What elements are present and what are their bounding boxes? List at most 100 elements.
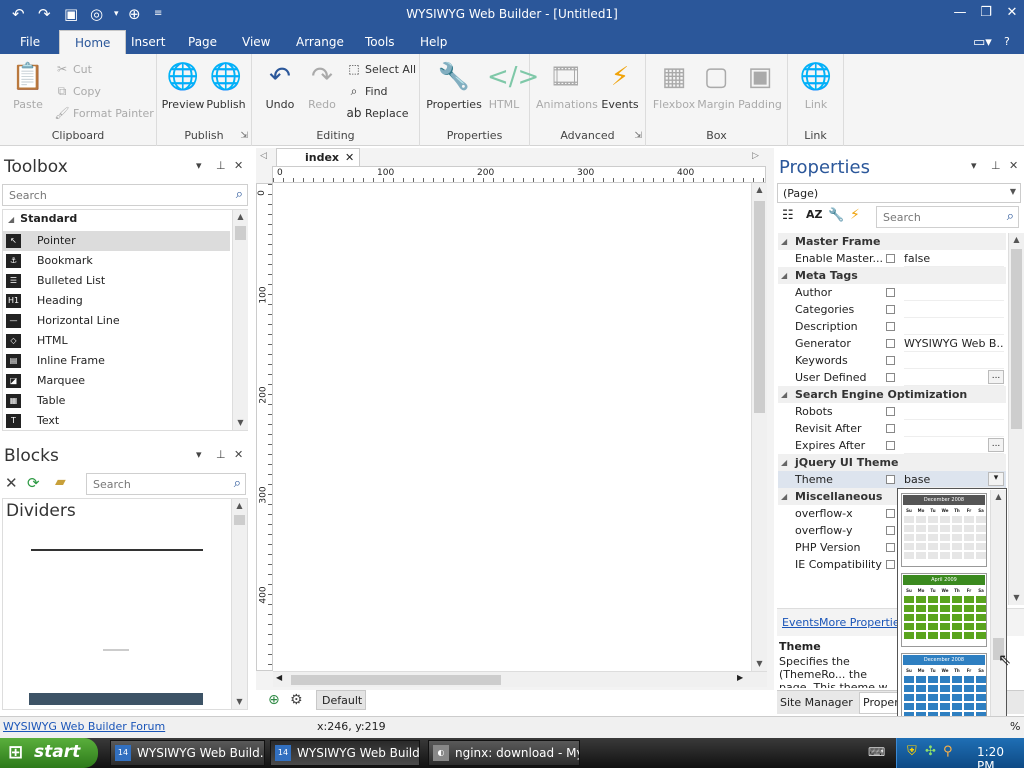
property-row[interactable]: Description (778, 318, 1006, 335)
property-checkbox[interactable] (886, 339, 895, 348)
events-lightning-icon[interactable]: ⚡ (850, 207, 860, 223)
keyboard-icon[interactable]: ⌨ (868, 745, 885, 759)
scroll-thumb[interactable] (234, 515, 245, 525)
advanced-dialog-launcher-icon[interactable]: ⇲ (634, 131, 642, 141)
property-checkbox[interactable] (886, 543, 895, 552)
property-row[interactable]: Categories (778, 301, 1006, 318)
scroll-up-icon[interactable]: ▲ (752, 183, 767, 197)
property-row[interactable]: Revisit After (778, 420, 1006, 437)
taskbar-button-wwb-1[interactable]: 14 WYSIWYG Web Build... (110, 740, 265, 766)
property-category[interactable]: ◢ Search Engine Optimization (778, 386, 1006, 403)
canvas-horizontal-scrollbar[interactable]: ◀ ▶ (273, 671, 767, 687)
default-tab[interactable]: Default (316, 690, 366, 710)
blocks-close-icon[interactable]: ✕ (234, 448, 243, 461)
scroll-up-icon[interactable]: ▲ (232, 499, 247, 513)
select-all-button[interactable]: ⬚ Select All (346, 62, 416, 76)
properties-close-icon[interactable]: ✕ (1009, 159, 1018, 172)
blocks-menu-icon[interactable]: ▾ (196, 448, 202, 461)
master-page-settings-icon[interactable]: ⚙ (290, 692, 303, 708)
toolbox-item-table[interactable]: ▦ Table (2, 391, 230, 411)
copy-button[interactable]: ⧉ Copy (54, 84, 101, 99)
tab-arrange[interactable]: Arrange (296, 35, 344, 49)
scroll-up-icon[interactable]: ▲ (991, 490, 1006, 504)
toolbox-close-icon[interactable]: ✕ (234, 159, 243, 172)
start-button[interactable]: ⊞ start (0, 738, 98, 768)
tab-tools[interactable]: Tools (365, 35, 395, 49)
property-value[interactable]: false (904, 250, 1004, 267)
delete-block-icon[interactable]: ✕ (5, 474, 18, 492)
search-tray-icon[interactable]: ⚲ (943, 744, 953, 759)
close-tab-icon[interactable]: ✕ (345, 151, 354, 164)
blocks-pin-icon[interactable]: ⊥ (216, 448, 226, 461)
property-row[interactable]: Robots (778, 403, 1006, 420)
toolbox-item-bulleted-list[interactable]: ☰ Bulleted List (2, 271, 230, 291)
page-canvas[interactable] (273, 183, 751, 671)
property-value[interactable] (904, 284, 1004, 301)
property-category[interactable]: ◢ jQuery UI Theme (778, 454, 1006, 471)
property-checkbox[interactable] (886, 509, 895, 518)
toolbox-scrollbar[interactable]: ▲ ▼ (232, 210, 248, 430)
toolbox-category[interactable]: ◢ Standard (8, 212, 77, 225)
property-row[interactable]: Enable Master... false (778, 250, 1006, 267)
property-checkbox[interactable] (886, 560, 895, 569)
redo-button[interactable]: ↷ Redo (296, 60, 348, 111)
property-value[interactable] (904, 301, 1004, 318)
scroll-thumb[interactable] (754, 201, 765, 413)
categorized-icon[interactable]: ☷ (782, 208, 794, 223)
link-button[interactable]: 🌐 Link (790, 60, 842, 111)
toolbox-item-html[interactable]: ◇ HTML (2, 331, 230, 351)
events-button[interactable]: ⚡ Events (594, 60, 646, 111)
property-value[interactable] (904, 420, 1004, 437)
events-link[interactable]: Events (782, 616, 819, 629)
property-grid-scrollbar[interactable]: ▲ ▼ (1008, 233, 1024, 605)
property-checkbox[interactable] (886, 526, 895, 535)
properties-search-input[interactable]: Search ⌕ (876, 206, 1019, 228)
property-checkbox[interactable] (886, 305, 895, 314)
publish-dialog-launcher-icon[interactable]: ⇲ (240, 131, 248, 141)
toolbox-item-inline-frame[interactable]: ▤ Inline Frame (2, 351, 230, 371)
theme-preview-calendar[interactable]: April 2009 Su Mo Tu We Th Fr Sa (901, 573, 987, 647)
scroll-up-icon[interactable]: ▲ (1009, 233, 1024, 247)
scroll-thumb[interactable] (291, 675, 501, 685)
scroll-right-icon[interactable]: ▶ (737, 673, 743, 682)
property-checkbox[interactable] (886, 288, 895, 297)
property-row[interactable]: Theme base ▾ (778, 471, 1006, 488)
help-icon[interactable]: ? (1004, 35, 1010, 48)
tab-scroll-left-icon[interactable]: ◁ (260, 151, 267, 161)
property-checkbox[interactable] (886, 407, 895, 416)
html-button[interactable]: </> HTML (478, 60, 539, 111)
tab-home[interactable]: Home (59, 30, 127, 54)
ellipsis-button[interactable]: ... (988, 438, 1004, 452)
forum-link[interactable]: WYSIWYG Web Builder Forum (3, 720, 165, 733)
animations-button[interactable]: 🎞 Animations (536, 60, 598, 111)
divider-thumbnail-3[interactable] (29, 693, 203, 705)
theme-dropdown-button[interactable]: ▾ (988, 472, 1004, 486)
paste-button[interactable]: 📋 Paste (2, 60, 54, 111)
cut-button[interactable]: ✂ Cut (54, 62, 92, 76)
object-selector[interactable]: (Page) ▼ (777, 183, 1021, 203)
add-master-page-icon[interactable]: ⊕ (268, 692, 280, 708)
property-checkbox[interactable] (886, 356, 895, 365)
taskbar-button-wwb-2[interactable]: 14 WYSIWYG Web Build... (270, 740, 420, 766)
scroll-thumb[interactable] (1011, 249, 1022, 429)
toolbox-item-marquee[interactable]: ◪ Marquee (2, 371, 230, 391)
scroll-left-icon[interactable]: ◀ (276, 673, 282, 682)
publish-button[interactable]: 🌐 Publish (200, 60, 252, 111)
property-value[interactable] (904, 318, 1004, 335)
taskbar-button-nginx[interactable]: ◐ nginx: download - My... (428, 740, 580, 766)
scroll-down-icon[interactable]: ▼ (1009, 591, 1024, 605)
scroll-up-icon[interactable]: ▲ (233, 210, 248, 224)
theme-preview-calendar[interactable]: December 2008 Su Mo Tu We Th Fr Sa (901, 493, 987, 567)
properties-wrench-icon[interactable]: 🔧 (828, 208, 844, 223)
tab-page[interactable]: Page (188, 35, 217, 49)
property-value[interactable] (904, 403, 1004, 420)
property-checkbox[interactable] (886, 322, 895, 331)
minimize-button[interactable]: — (947, 4, 973, 22)
property-row[interactable]: User Defined... (778, 369, 1006, 386)
property-checkbox[interactable] (886, 254, 895, 263)
properties-button[interactable]: 🔧 Properties (426, 60, 482, 111)
toolbox-item-pointer[interactable]: ↖ Pointer (2, 231, 230, 251)
scroll-down-icon[interactable]: ▼ (232, 695, 247, 709)
property-row[interactable]: Generator WYSIWYG Web B... (778, 335, 1006, 352)
blocks-search-input[interactable]: Search ⌕ (86, 473, 246, 495)
